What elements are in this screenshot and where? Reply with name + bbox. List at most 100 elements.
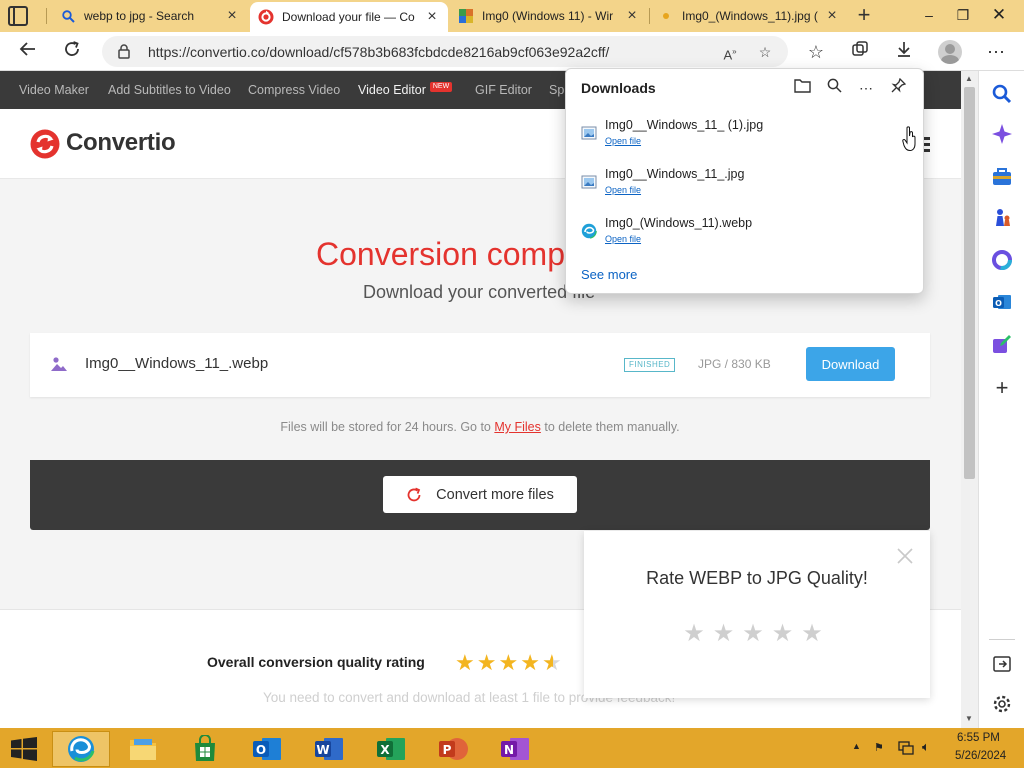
add-favorite-icon[interactable]: ☆ (754, 41, 776, 63)
tab-convertio[interactable]: Download your file — Co × (250, 2, 448, 32)
tab-img-search[interactable]: Img0 (Windows 11) - Wir × (450, 0, 648, 32)
word-icon: W (315, 738, 343, 760)
nav-add-subtitles[interactable]: Add Subtitles to Video (108, 71, 231, 109)
open-file-link[interactable]: Open file (605, 185, 641, 195)
back-button[interactable] (16, 40, 40, 64)
search-icon[interactable] (991, 83, 1013, 105)
taskbar: O W X P N ▲ ⚑ 🔈︎ 6:55 PM 5/26/2024 (0, 728, 1024, 768)
taskbar-app-edge[interactable] (52, 731, 110, 767)
url-input[interactable] (148, 41, 708, 62)
nav-video-editor[interactable]: Video Editor NEW (358, 71, 453, 109)
scroll-up-icon[interactable]: ▲ (965, 74, 973, 83)
add-icon[interactable]: + (991, 377, 1013, 399)
sidebar-divider (989, 639, 1015, 640)
image-file-icon (581, 175, 597, 189)
download-item[interactable]: Img0__Windows_11_ (1).jpg Open file (566, 117, 923, 165)
more-icon: ⋯ (987, 42, 1005, 62)
clock-date[interactable]: 5/26/2024 (955, 750, 1006, 762)
convert-more-button[interactable]: Convert more files (383, 476, 577, 513)
pin-icon[interactable] (887, 77, 909, 99)
profile-avatar[interactable] (938, 40, 962, 64)
close-window-button[interactable]: ✕ (982, 0, 1016, 32)
outlook-icon[interactable]: O (991, 291, 1013, 313)
open-file-link[interactable]: Open file (605, 234, 641, 244)
page-title: Conversion comp (316, 236, 565, 272)
lock-icon[interactable] (116, 43, 132, 59)
tab-img-file[interactable]: Img0_(Windows_11).jpg ( × (650, 0, 848, 32)
nav-gif-editor[interactable]: GIF Editor (475, 71, 532, 109)
settings-menu-button[interactable]: ⋯ (984, 40, 1008, 64)
gear-icon[interactable] (991, 693, 1013, 715)
search-icon (60, 8, 76, 24)
scrollbar-thumb[interactable] (964, 87, 975, 479)
svg-text:X: X (380, 743, 390, 757)
download-button[interactable]: Download (806, 347, 895, 381)
downloads-button[interactable] (892, 40, 916, 64)
close-icon[interactable] (896, 547, 914, 565)
taskbar-app-outlook[interactable]: O (238, 731, 296, 767)
restore-button[interactable]: ❐ (946, 0, 980, 32)
download-file-name: Img0__Windows_11_ (1).jpg (605, 118, 764, 132)
refresh-icon (65, 41, 79, 56)
powerpoint-icon: P (439, 738, 468, 760)
close-tab-icon[interactable]: × (424, 8, 440, 26)
games-chess-icon[interactable] (991, 207, 1013, 229)
rating-star: ★ (476, 650, 499, 675)
my-files-link[interactable]: My Files (494, 420, 541, 434)
taskbar-app-powerpoint[interactable]: P (424, 731, 482, 767)
show-hidden-icons-icon[interactable]: ▲ (852, 741, 861, 751)
download-item[interactable]: Img0_(Windows_11).webp Open file (566, 215, 923, 263)
start-windows-icon[interactable] (10, 737, 38, 761)
page-scrollbar[interactable]: ▲ ▼ (961, 71, 978, 728)
hand-cursor-icon (902, 126, 916, 152)
tab-label: Download your file — Co (282, 10, 415, 24)
see-more-link[interactable]: See more (581, 267, 637, 282)
rating-stars-input[interactable]: ★★★★★ (584, 619, 930, 648)
clock-time[interactable]: 6:55 PM (957, 732, 1000, 744)
convertio-logo-icon[interactable] (30, 129, 60, 159)
flag-icon[interactable]: ⚑ (874, 741, 884, 754)
drop-icon[interactable] (991, 333, 1013, 355)
close-tab-icon[interactable]: × (624, 7, 640, 25)
volume-muted-icon[interactable]: 🔈︎ (922, 739, 930, 755)
refresh-button[interactable] (60, 40, 84, 64)
edge-icon (68, 736, 95, 762)
image-icon (458, 8, 474, 24)
nav-compress-video[interactable]: Compress Video (248, 71, 340, 109)
taskbar-app-store[interactable] (176, 731, 234, 767)
tools-briefcase-icon[interactable] (991, 166, 1013, 188)
new-tab-button[interactable]: + (852, 4, 876, 28)
favorites-button[interactable]: ☆ (804, 40, 828, 64)
scroll-down-icon[interactable]: ▼ (965, 714, 973, 723)
open-folder-icon[interactable] (791, 77, 813, 99)
tab-actions-button[interactable] (8, 6, 28, 26)
network-icon[interactable] (898, 740, 914, 756)
collections-button[interactable] (848, 40, 872, 64)
close-tab-icon[interactable]: × (224, 7, 240, 25)
svg-text:O: O (256, 743, 266, 757)
nav-more[interactable]: Sp (549, 71, 564, 109)
rating-stars: ★★★★★ (455, 650, 564, 676)
nav-video-maker[interactable]: Video Maker (19, 71, 89, 109)
close-tab-icon[interactable]: × (824, 7, 840, 25)
rate-quality-popup: Rate WEBP to JPG Quality! ★★★★★ (584, 531, 930, 698)
tab-search[interactable]: webp to jpg - Search × (52, 0, 248, 32)
microsoft-365-icon[interactable] (991, 249, 1013, 271)
taskbar-app-excel[interactable]: X (362, 731, 420, 767)
copilot-sparkle-icon[interactable] (991, 123, 1013, 145)
rating-star: ★ (455, 650, 477, 675)
store-icon (195, 735, 215, 761)
search-downloads-icon[interactable] (823, 77, 845, 99)
edge-file-icon (581, 223, 597, 239)
taskbar-app-word[interactable]: W (300, 731, 358, 767)
taskbar-app-file-explorer[interactable] (114, 731, 172, 767)
download-item[interactable]: Img0__Windows_11_.jpg Open file (566, 166, 923, 214)
hide-sidebar-icon[interactable] (991, 653, 1013, 675)
logo-text[interactable]: Convertio (66, 129, 176, 157)
address-bar[interactable]: A» ☆ (102, 36, 788, 67)
more-options-icon[interactable]: ⋯ (855, 77, 877, 99)
taskbar-app-onenote[interactable]: N (486, 731, 544, 767)
open-file-link[interactable]: Open file (605, 136, 641, 146)
read-aloud-icon[interactable]: A» (719, 41, 741, 63)
minimize-button[interactable]: – (912, 0, 946, 32)
